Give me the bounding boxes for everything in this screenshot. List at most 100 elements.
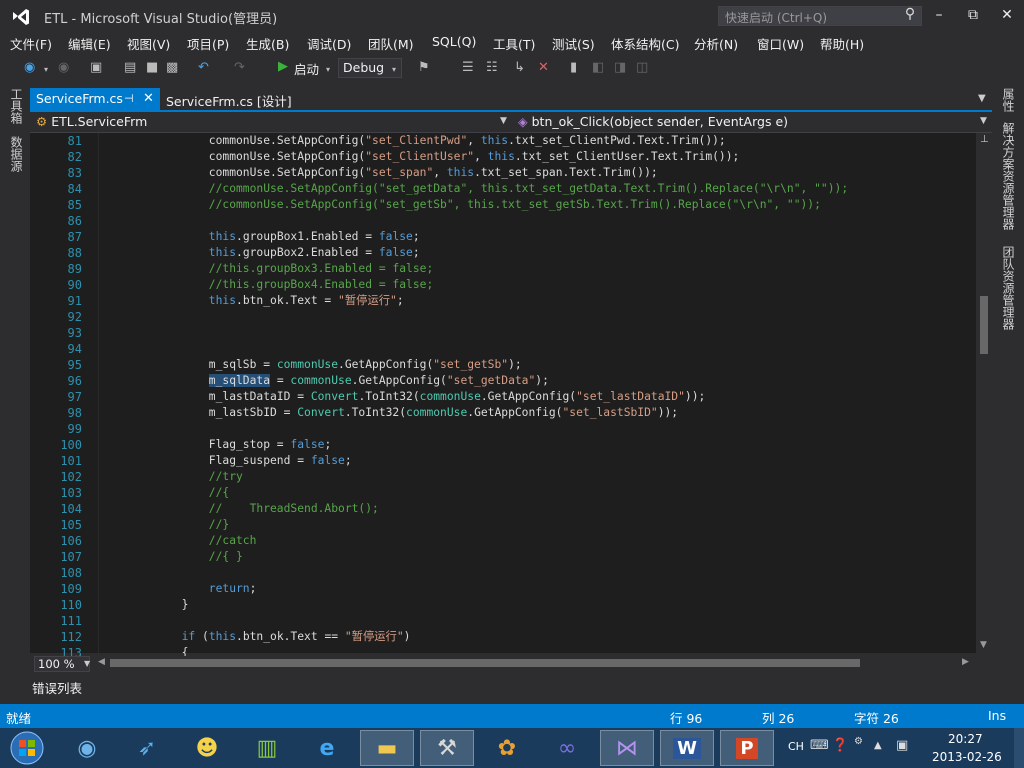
qq-penguin-icon[interactable]: ☻ [180, 730, 234, 766]
code-line[interactable]: //} [209, 517, 229, 533]
code-line[interactable]: this.groupBox1.Enabled = false; [209, 229, 420, 245]
code-line[interactable]: //catch [209, 533, 257, 549]
code-line[interactable]: m_lastSbID = Convert.ToInt32(commonUse.G… [209, 405, 678, 421]
search-icon[interactable]: ⚲ [900, 6, 920, 26]
tab-servicefrm-cs-design[interactable]: ServiceFrm.cs [设计] [166, 91, 292, 110]
quick-launch-input[interactable]: 快速启动 (Ctrl+Q) [718, 6, 922, 26]
code-line[interactable]: //{ [209, 485, 229, 501]
bird-app-icon[interactable]: ➶ [120, 730, 174, 766]
zoom-dropdown-icon[interactable]: ▼ [84, 659, 90, 668]
maximize-button[interactable]: ⧉ [958, 4, 988, 26]
menu-help[interactable]: 帮助(H) [820, 34, 864, 53]
ime-indicator[interactable]: CH [788, 740, 804, 753]
menu-team[interactable]: 团队(M) [368, 34, 414, 53]
menu-project[interactable]: 项目(P) [187, 34, 229, 53]
redo-icon[interactable]: ↷ [234, 60, 245, 75]
windows-start-icon[interactable] [2, 730, 52, 766]
code-line[interactable]: m_sqlSb = commonUse.GetAppConfig("set_ge… [209, 357, 522, 373]
menu-sql[interactable]: SQL(Q) [432, 34, 476, 49]
solution-explorer-tab[interactable]: 解决方案资源管理器 [1000, 122, 1017, 230]
show-desktop-button[interactable] [1014, 728, 1024, 768]
chevron-down-icon[interactable]: ▼ [500, 116, 507, 126]
code-line[interactable]: this.groupBox2.Enabled = false; [209, 245, 420, 261]
media-player-icon[interactable]: ◉ [60, 730, 114, 766]
configuration-dropdown-icon[interactable]: ▾ [392, 65, 396, 74]
help-icon[interactable]: ❓ [832, 738, 848, 753]
member-dropdown[interactable]: ◈ btn_ok_Click(object sender, EventArgs … [518, 114, 788, 129]
vertical-scroll-thumb[interactable] [980, 296, 988, 354]
keyboard-icon[interactable]: ⌨ [810, 738, 829, 753]
code-line[interactable]: //{ } [209, 549, 243, 565]
start-dropdown-icon[interactable]: ▾ [326, 65, 330, 74]
show-hidden-icons-icon[interactable]: ▲ [874, 740, 882, 751]
chevron-down-icon[interactable]: ▼ [980, 116, 987, 126]
code-line[interactable]: if (this.btn_ok.Text == "暂停运行") [182, 629, 411, 645]
close-icon[interactable]: ✕ [143, 91, 154, 106]
save-all-icon[interactable]: ▩ [166, 60, 178, 75]
split-icon[interactable]: ⊥ [980, 134, 989, 145]
menu-build[interactable]: 生成(B) [246, 34, 289, 53]
data-sources-tab[interactable]: 数据源 [8, 136, 25, 172]
properties-tab[interactable]: 属性 [1000, 88, 1017, 112]
scroll-right-icon[interactable]: ▶ [962, 657, 969, 667]
error-list-tab[interactable]: 错误列表 [32, 678, 82, 697]
back-dropdown-icon[interactable]: ▾ [44, 65, 48, 74]
scroll-left-icon[interactable]: ◀ [98, 657, 105, 667]
toolbox-tab[interactable]: 工具箱 [8, 88, 25, 124]
new-project-icon[interactable]: ▣ [90, 60, 102, 75]
code-line[interactable]: //this.groupBox3.Enabled = false; [209, 261, 433, 277]
zoom-level-select[interactable]: 100 % [34, 656, 90, 672]
ime-settings-icon[interactable]: ⚙ [854, 736, 863, 747]
forward-icon[interactable]: ◉ [58, 60, 69, 75]
internet-explorer-icon[interactable]: e [300, 730, 354, 766]
powerpoint-icon[interactable]: P [720, 730, 774, 766]
find-in-files-icon[interactable]: ⚑ [418, 60, 430, 75]
code-line[interactable]: m_lastDataID = Convert.ToInt32(commonUse… [209, 389, 706, 405]
menu-debug[interactable]: 调试(D) [307, 34, 351, 53]
code-line[interactable]: m_sqlData = commonUse.GetAppConfig("set_… [208, 373, 549, 389]
network-icon[interactable]: ▣ [896, 738, 908, 753]
code-line[interactable]: //commonUse.SetAppConfig("set_getData", … [209, 181, 848, 197]
menu-window[interactable]: 窗口(W) [757, 34, 804, 53]
server-manager-icon[interactable]: ▥ [240, 730, 294, 766]
outdent-icon[interactable]: ☷ [486, 60, 498, 75]
horizontal-scroll-thumb[interactable] [110, 659, 860, 667]
next-bookmark-icon[interactable]: ◨ [614, 60, 626, 75]
vertical-scrollbar[interactable] [976, 133, 992, 653]
code-line[interactable]: Flag_suspend = false; [209, 453, 352, 469]
menu-file[interactable]: 文件(F) [10, 34, 52, 53]
visual-studio-icon[interactable]: ⋈ [600, 730, 654, 766]
code-line[interactable]: } [182, 597, 189, 613]
clock-date[interactable]: 2013-02-26 [932, 750, 1002, 764]
tools-icon[interactable]: ⚒ [420, 730, 474, 766]
comment-icon[interactable]: ↳ [514, 60, 525, 75]
clock-time[interactable]: 20:27 [948, 732, 983, 746]
word-icon[interactable]: W [660, 730, 714, 766]
file-explorer-icon[interactable]: ▬ [360, 730, 414, 766]
menu-analyze[interactable]: 分析(N) [694, 34, 738, 53]
team-explorer-tab[interactable]: 团队资源管理器 [1000, 246, 1017, 330]
scroll-down-icon[interactable]: ▼ [980, 640, 987, 650]
menu-edit[interactable]: 编辑(E) [68, 34, 111, 53]
open-file-icon[interactable]: ▤ [124, 60, 136, 75]
save-icon[interactable]: ■ [146, 60, 158, 75]
tab-overflow-dropdown-icon[interactable]: ▼ [978, 93, 986, 104]
code-line[interactable]: //commonUse.SetAppConfig("set_getSb", th… [209, 197, 821, 213]
menu-tools[interactable]: 工具(T) [493, 34, 535, 53]
code-line[interactable]: Flag_stop = false; [209, 437, 331, 453]
code-line[interactable]: return; [209, 581, 257, 597]
undo-icon[interactable]: ↶ [198, 60, 209, 75]
start-button[interactable]: 启动 [294, 59, 319, 78]
code-line[interactable]: commonUse.SetAppConfig("set_span", this.… [209, 165, 658, 181]
class-dropdown[interactable]: ⚙ ETL.ServiceFrm [36, 114, 147, 129]
pin-icon[interactable]: ⊣ [124, 92, 134, 105]
infinity-app-icon[interactable]: ∞ [540, 730, 594, 766]
code-line[interactable]: this.btn_ok.Text = "暂停运行"; [209, 293, 404, 309]
indent-icon[interactable]: ☰ [462, 60, 474, 75]
bookmark-icon[interactable]: ▮ [570, 60, 577, 75]
code-line[interactable]: //try [209, 469, 243, 485]
clear-bookmarks-icon[interactable]: ◫ [636, 60, 648, 75]
close-button[interactable]: ✕ [992, 4, 1022, 26]
menu-architecture[interactable]: 体系结构(C) [611, 34, 679, 53]
code-line[interactable]: commonUse.SetAppConfig("set_ClientUser",… [209, 149, 740, 165]
